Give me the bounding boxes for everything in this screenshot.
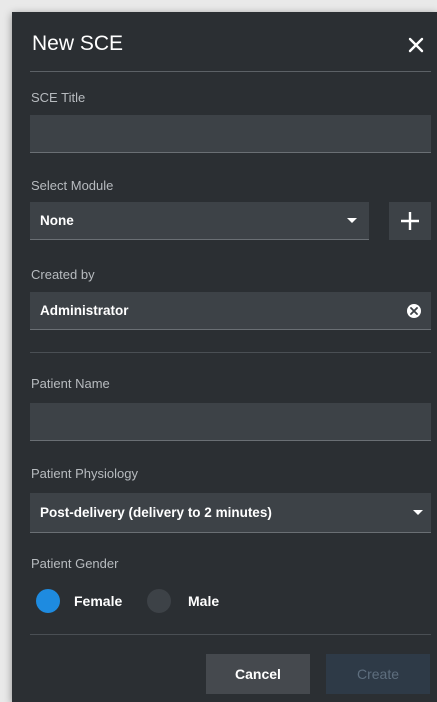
gender-male-label[interactable]: Male xyxy=(188,593,219,609)
plus-icon xyxy=(401,212,419,230)
patient-gender-label: Patient Gender xyxy=(31,556,119,571)
dialog-header: New SCE xyxy=(30,30,431,72)
module-select[interactable]: None xyxy=(30,202,369,240)
patient-physiology-label: Patient Physiology xyxy=(31,466,138,481)
module-selected-value: None xyxy=(40,213,74,228)
gender-male-radio[interactable] xyxy=(147,589,171,613)
physiology-selected-value: Post-delivery (delivery to 2 minutes) xyxy=(40,505,272,520)
footer-divider xyxy=(30,634,431,635)
created-by-label: Created by xyxy=(31,267,95,282)
dialog-title: New SCE xyxy=(32,32,124,55)
chevron-down-icon xyxy=(413,510,423,515)
patient-name-label: Patient Name xyxy=(31,376,110,391)
close-icon xyxy=(408,37,424,53)
patient-name-input[interactable] xyxy=(30,403,431,441)
created-by-input[interactable]: Administrator xyxy=(30,292,431,330)
physiology-select[interactable]: Post-delivery (delivery to 2 minutes) xyxy=(30,493,431,533)
created-by-value: Administrator xyxy=(40,303,129,318)
create-button[interactable]: Create xyxy=(326,654,430,694)
new-sce-dialog: New SCE SCE Title Select Module None Cre… xyxy=(12,12,437,702)
select-module-label: Select Module xyxy=(31,178,114,193)
clear-circle-icon[interactable] xyxy=(407,304,421,318)
sce-title-input[interactable] xyxy=(30,115,431,153)
gender-female-radio[interactable] xyxy=(36,589,60,613)
close-button[interactable] xyxy=(405,32,427,58)
gender-female-label[interactable]: Female xyxy=(74,593,122,609)
sce-title-label: SCE Title xyxy=(31,90,86,105)
section-divider xyxy=(30,352,431,353)
add-module-button[interactable] xyxy=(389,202,431,240)
chevron-down-icon xyxy=(347,218,357,223)
cancel-button[interactable]: Cancel xyxy=(206,654,310,694)
